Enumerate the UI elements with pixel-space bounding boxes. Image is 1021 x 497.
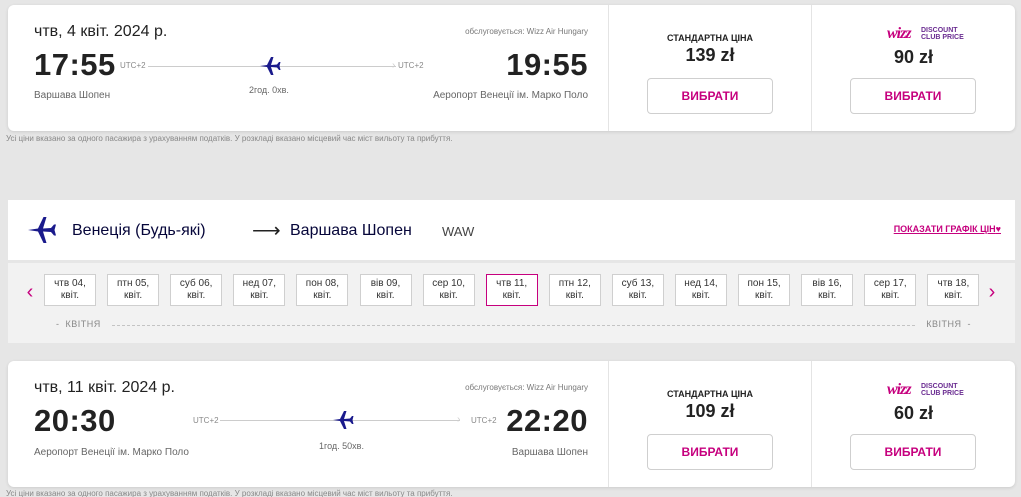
arrival-airport: Аеропорт Венеції ім. Марко Поло xyxy=(433,90,588,101)
date-chip[interactable]: птн 05, квіт. xyxy=(107,274,160,306)
flight-date: чтв, 4 квіт. 2024 р. xyxy=(34,23,168,40)
departure-airport: Варшава Шопен xyxy=(34,90,111,101)
plane-icon xyxy=(260,57,281,75)
wdc-price-option: wizz DISCOUNT CLUB PRICE 90 zł ВИБРАТИ xyxy=(812,5,1015,131)
date-chip[interactable]: сер 17, квіт. xyxy=(864,274,917,306)
select-standard-button[interactable]: ВИБРАТИ xyxy=(647,434,773,470)
flight-date: чтв, 11 квіт. 2024 р. xyxy=(34,379,175,396)
date-chip[interactable]: нед 14, квіт. xyxy=(675,274,727,306)
date-chip[interactable]: чтв 04, квіт. xyxy=(44,274,96,306)
show-price-graph-link[interactable]: ПОКАЗАТИ ГРАФІК ЦІН♥ xyxy=(894,224,1001,234)
date-chip[interactable]: чтв 11, квіт. xyxy=(485,274,538,306)
date-chip[interactable]: сер 10, квіт. xyxy=(422,274,475,306)
departure-time: 17:55 xyxy=(34,47,116,82)
flight-details: чтв, 4 квіт. 2024 р. обслуговується: Wiz… xyxy=(8,5,609,131)
date-chip[interactable]: вів 16, квіт. xyxy=(801,274,854,306)
price-note: Усі ціни вказано за одного пасажира з ур… xyxy=(6,134,453,143)
arrival-time: 22:20 xyxy=(506,403,588,438)
operated-by: обслуговується: Wizz Air Hungary xyxy=(465,383,588,392)
route-destination-code: WAW xyxy=(442,224,475,239)
route-arrow-icon: ⟶ xyxy=(252,220,281,242)
flight-details: чтв, 11 квіт. 2024 р. обслуговується: Wi… xyxy=(8,361,609,487)
select-standard-button[interactable]: ВИБРАТИ xyxy=(647,78,773,114)
operated-by: обслуговується: Wizz Air Hungary xyxy=(465,27,588,36)
month-label-right: КВІТНЯ - xyxy=(926,319,971,329)
arrival-utc: UTC+2 xyxy=(471,416,497,425)
price-note: Усі ціни вказано за одного пасажира з ур… xyxy=(6,489,453,497)
route-line-arrow: › xyxy=(392,60,396,71)
standard-price-option: СТАНДАРТНА ЦІНА 109 zł ВИБРАТИ xyxy=(609,361,812,487)
route-line-arrow: › xyxy=(457,414,461,425)
date-chip[interactable]: суб 06, квіт. xyxy=(170,274,223,306)
select-wdc-button[interactable]: ВИБРАТИ xyxy=(850,434,976,470)
date-selector: ‹ чтв 04, квіт. птн 05, квіт. суб 06, квіт. не… xyxy=(8,263,1015,343)
departure-airport: Аеропорт Венеції ім. Марко Поло xyxy=(34,447,189,458)
wizz-discount-club-logo: wizz DISCOUNT CLUB PRICE xyxy=(887,25,964,42)
month-indicator: - КВІТНЯ КВІТНЯ - xyxy=(56,319,971,331)
standard-price: 139 zł xyxy=(685,45,735,65)
date-chip[interactable]: вів 09, квіт. xyxy=(359,274,412,306)
date-chip[interactable]: нед 07, квіт. xyxy=(233,274,286,306)
flight-card-2: чтв, 11 квіт. 2024 р. обслуговується: Wi… xyxy=(8,361,1015,487)
arrival-airport: Варшава Шопен xyxy=(511,447,588,458)
flight-card-1: чтв, 4 квіт. 2024 р. обслуговується: Wiz… xyxy=(8,5,1015,131)
date-chip[interactable]: пон 08, квіт. xyxy=(296,274,349,306)
route-origin: Венеція (Будь-які) xyxy=(72,222,206,239)
date-chip[interactable]: чтв 18, квіт. xyxy=(927,274,980,306)
select-wdc-button[interactable]: ВИБРАТИ xyxy=(850,78,976,114)
flight-duration: 2год. 0хв. xyxy=(249,85,289,95)
plane-icon xyxy=(333,411,354,429)
heart-icon: ♥ xyxy=(995,224,1001,234)
wdc-price: 60 zł xyxy=(893,403,934,423)
prev-dates-button[interactable]: ‹ xyxy=(22,281,38,304)
date-chip[interactable]: птн 12, квіт. xyxy=(548,274,601,306)
date-chip[interactable]: пон 15, квіт. xyxy=(738,274,791,306)
month-label-left: - КВІТНЯ xyxy=(56,319,101,329)
departure-utc: UTC+2 xyxy=(120,61,146,70)
arrival-time: 19:55 xyxy=(506,47,588,82)
wdc-price-option: wizz DISCOUNT CLUB PRICE 60 zł ВИБРАТИ xyxy=(812,361,1015,487)
standard-price-label: СТАНДАРТНА ЦІНА xyxy=(666,33,754,43)
wizz-discount-club-logo: wizz DISCOUNT CLUB PRICE xyxy=(887,381,964,398)
standard-price-option: СТАНДАРТНА ЦІНА 139 zł ВИБРАТИ xyxy=(609,5,812,131)
standard-price-label: СТАНДАРТНА ЦІНА xyxy=(666,389,754,399)
standard-price: 109 zł xyxy=(685,401,735,421)
departure-utc: UTC+2 xyxy=(193,416,219,425)
arrival-utc: UTC+2 xyxy=(398,61,424,70)
wdc-price: 90 zł xyxy=(893,47,934,67)
date-chip[interactable]: суб 13, квіт. xyxy=(611,274,664,306)
return-route-header: Венеція (Будь-які) ⟶ Варшава Шопен WAW П… xyxy=(8,200,1015,260)
next-dates-button[interactable]: › xyxy=(984,281,1000,304)
route-destination: Варшава Шопен xyxy=(290,222,412,239)
route-plane-icon xyxy=(28,217,56,243)
flight-duration: 1год. 50хв. xyxy=(319,441,364,451)
departure-time: 20:30 xyxy=(34,403,116,438)
